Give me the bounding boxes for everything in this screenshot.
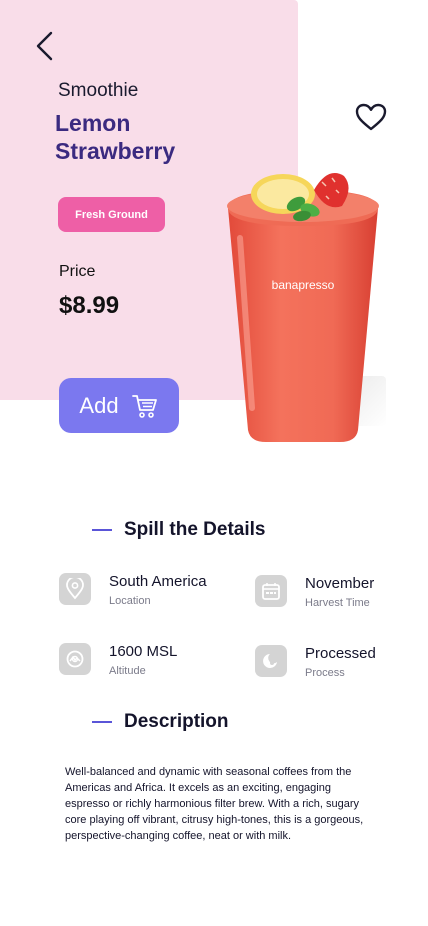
detail-label: Harvest Time xyxy=(305,597,370,609)
detail-label: Process xyxy=(305,667,345,679)
location-pin-icon xyxy=(59,573,91,605)
shopping-cart-icon xyxy=(131,394,157,418)
favorite-button[interactable] xyxy=(353,100,389,134)
back-button[interactable] xyxy=(28,30,60,62)
add-button-label: Add xyxy=(79,392,119,418)
section-dash xyxy=(92,721,112,723)
details-section-header: Spill the Details xyxy=(92,519,265,541)
detail-label: Altitude xyxy=(109,665,146,677)
detail-location: South America Location xyxy=(59,573,207,607)
detail-value: 1600 MSL xyxy=(109,643,178,660)
description-section-header: Description xyxy=(92,711,229,733)
product-name: Lemon Strawberry xyxy=(55,110,176,164)
calendar-icon xyxy=(255,575,287,607)
description-heading: Description xyxy=(124,711,229,732)
heart-outline-icon xyxy=(355,103,387,131)
details-heading: Spill the Details xyxy=(124,519,266,540)
detail-value: Processed xyxy=(305,645,376,662)
cup-brand-text: banapresso xyxy=(272,278,335,292)
detail-harvest-time: November Harvest Time xyxy=(255,575,374,609)
fresh-ground-tag[interactable]: Fresh Ground xyxy=(58,197,165,232)
product-category: Smoothie xyxy=(58,80,139,101)
smoothie-cup-image: banapresso xyxy=(227,173,379,442)
altitude-icon xyxy=(59,643,91,675)
description-text: Well-balanced and dynamic with seasonal … xyxy=(65,766,364,842)
detail-label: Location xyxy=(109,595,151,607)
section-dash xyxy=(92,529,112,531)
add-to-cart-button[interactable]: Add xyxy=(59,378,179,433)
chevron-left-icon xyxy=(36,31,53,61)
detail-value: South America xyxy=(109,573,207,590)
process-icon xyxy=(255,645,287,677)
detail-altitude: 1600 MSL Altitude xyxy=(59,643,177,677)
price-label: Price xyxy=(59,263,96,280)
detail-value: November xyxy=(305,575,375,592)
price-value: $8.99 xyxy=(59,292,120,319)
detail-process: Processed Process xyxy=(255,645,376,679)
